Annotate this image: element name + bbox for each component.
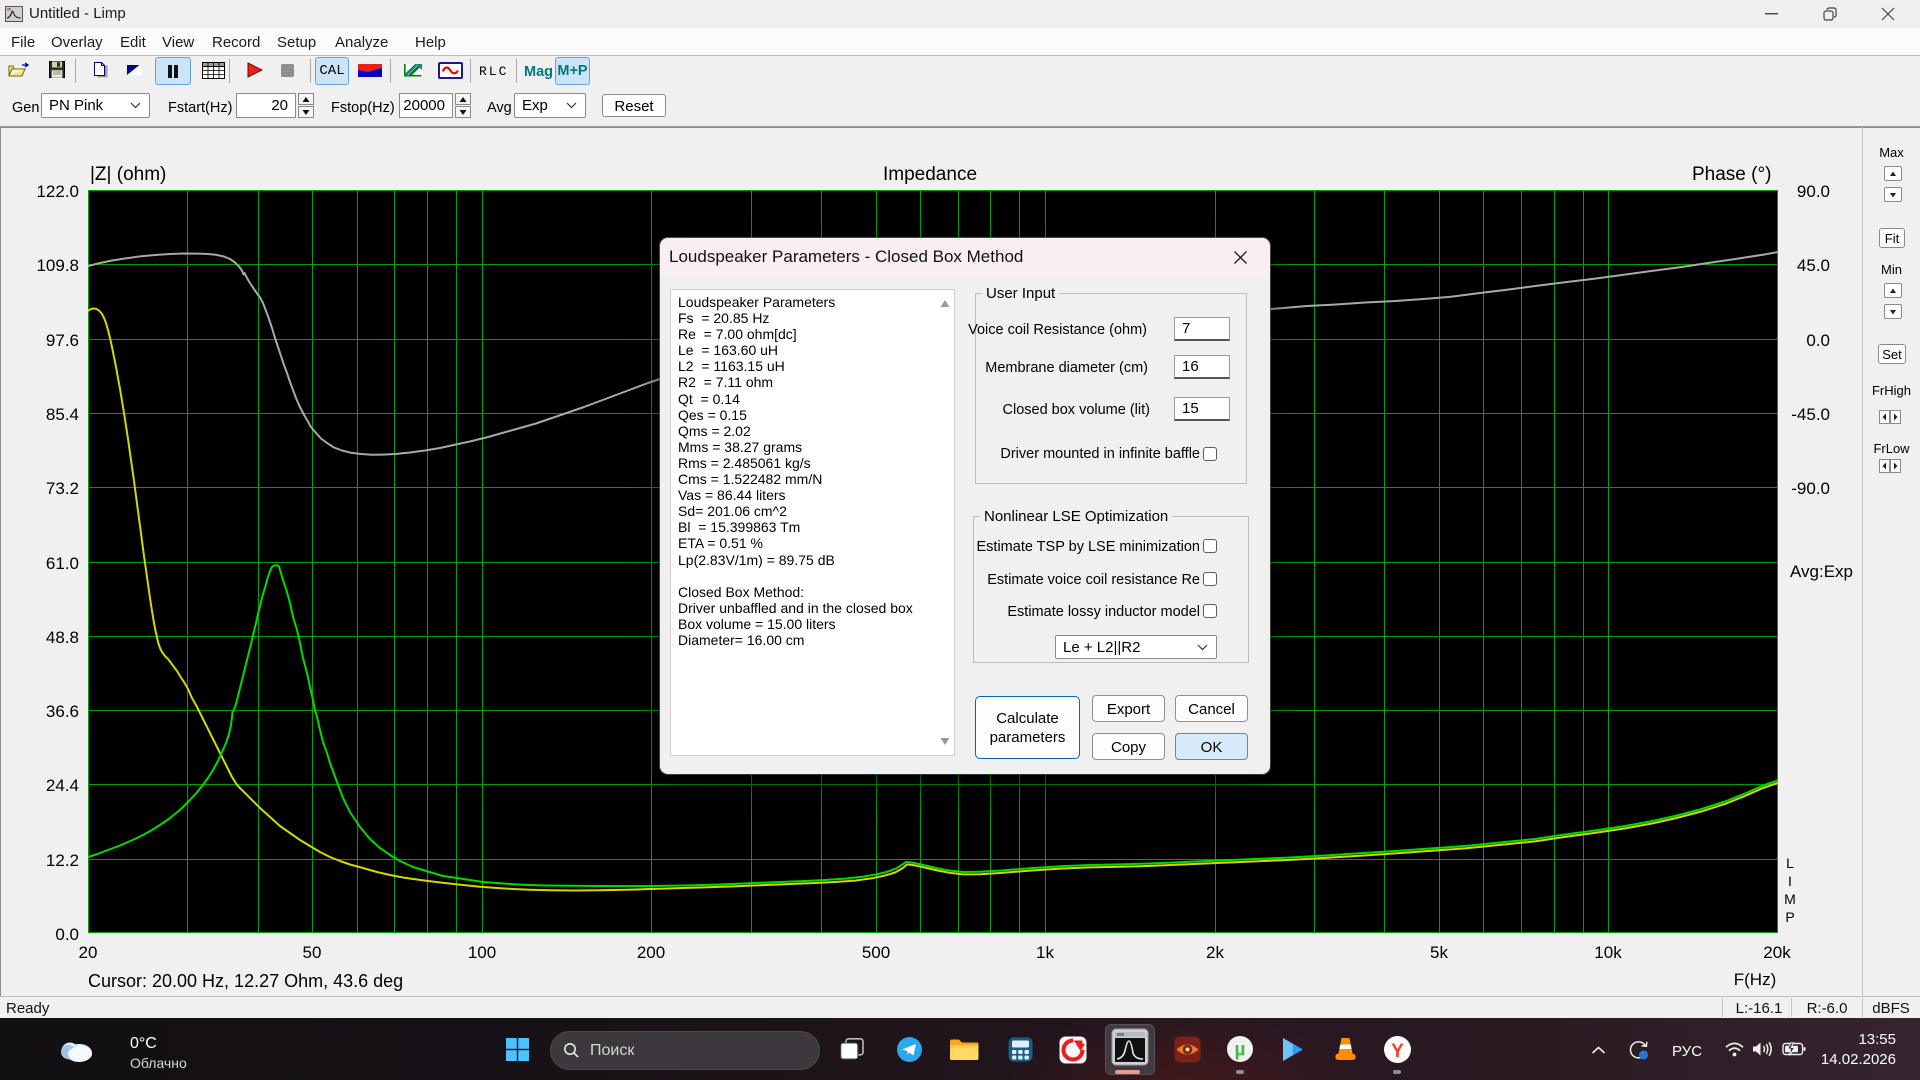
- svg-text:Y: Y: [1391, 1041, 1404, 1062]
- svg-text:µ: µ: [1235, 1040, 1246, 1061]
